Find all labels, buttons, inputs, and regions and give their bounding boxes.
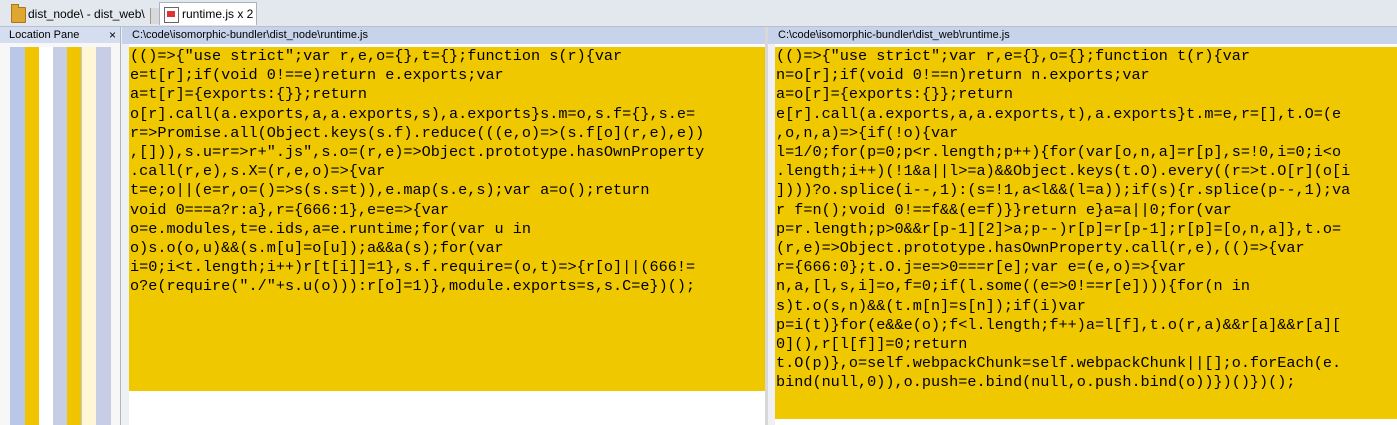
right-code-area[interactable]: (()=>{"use strict";var r,e={},o={};funct… bbox=[775, 47, 1397, 419]
tab-text-compare[interactable]: runtime.js x 2 bbox=[159, 2, 257, 25]
code-line[interactable]: ,o,n,a)=>{if(!o){var bbox=[776, 124, 1397, 143]
right-gutter bbox=[768, 44, 775, 425]
code-line[interactable]: l=1/0;for(p=0;p<r.length;p++){for(var[o,… bbox=[776, 143, 1397, 162]
code-line[interactable]: t=e;o||(e=r,o=()=>s(s.s=t)),e.map(s.e,s)… bbox=[130, 181, 765, 200]
document-tab-bar: dist_node\ - dist_web\ runtime.js x 2 bbox=[0, 0, 1397, 27]
tab-text-compare-label: runtime.js x 2 bbox=[182, 7, 254, 21]
code-line[interactable]: e[r].call(a.exports,a,a.exports,t),a.exp… bbox=[776, 105, 1397, 124]
location-strip-right-shade bbox=[96, 47, 111, 425]
code-line[interactable]: e=t[r];if(void 0!==e)return e.exports;va… bbox=[130, 66, 765, 85]
code-line[interactable]: void 0===a?r:a},r={666:1},e=e=>{var bbox=[130, 201, 765, 220]
close-icon[interactable]: × bbox=[109, 27, 116, 43]
code-line[interactable]: .length;i++)(!1&a||l>=a)&&Object.keys(t.… bbox=[776, 162, 1397, 181]
location-pane-header: Location Pane × bbox=[0, 27, 120, 43]
location-pane-title: Location Pane bbox=[9, 29, 80, 41]
folder-compare-icon bbox=[11, 4, 26, 23]
tab-folder-compare[interactable]: dist_node\ - dist_web\ bbox=[0, 3, 159, 25]
code-line[interactable]: (r,e)=>Object.prototype.hasOwnProperty.c… bbox=[776, 239, 1397, 258]
code-line[interactable]: a=t[r]={exports:{}};return bbox=[130, 85, 765, 104]
code-line[interactable]: o[r].call(a.exports,a,a.exports,s),a.exp… bbox=[130, 105, 765, 124]
code-line[interactable]: o?e(require("./"+s.u(o))):r[o]=1)},modul… bbox=[130, 277, 765, 296]
right-code-lines: (()=>{"use strict";var r,e={},o={};funct… bbox=[775, 47, 1397, 393]
code-line[interactable]: 0](),r[l[f]]=0;return bbox=[776, 335, 1397, 354]
location-strip-right-blank bbox=[82, 47, 96, 425]
location-strip-left-blank bbox=[39, 47, 53, 425]
left-file-path: C:\code\isomorphic-bundler\dist_node\run… bbox=[122, 27, 765, 44]
code-line[interactable]: o=e.modules,t=e.ids,a=e.runtime;for(var … bbox=[130, 220, 765, 239]
left-code-lines: (()=>{"use strict";var r,e,o={},t={};fun… bbox=[129, 47, 765, 297]
code-line[interactable]: bind(null,0)),o.push=e.bind(null,o.push.… bbox=[776, 373, 1397, 392]
code-line[interactable]: ])))?o.splice(i--,1):(s=!1,a<l&&(l=a));i… bbox=[776, 181, 1397, 200]
code-line[interactable]: p=i(t)}for(e&&e(o);f<l.length;f++)a=l[f]… bbox=[776, 316, 1397, 335]
code-line[interactable]: s)t.o(s,n)&&(t.m[n]=s[n]);if(i)var bbox=[776, 297, 1397, 316]
text-compare-icon bbox=[164, 7, 179, 23]
code-line[interactable]: ,[])),s.u=r=>r+".js",s.o=(r,e)=>Object.p… bbox=[130, 143, 765, 162]
code-line[interactable]: n=o[r];if(void 0!==n)return n.exports;va… bbox=[776, 66, 1397, 85]
code-line[interactable]: .call(r,e),s.X=(r,e,o)=>{var bbox=[130, 162, 765, 181]
location-strip-left-shade bbox=[53, 47, 67, 425]
code-line[interactable]: o)s.o(o,u)&&(s.m[u]=o[u]);a&&a(s);for(va… bbox=[130, 239, 765, 258]
compare-separator-icon bbox=[150, 8, 159, 24]
left-gutter bbox=[122, 44, 129, 425]
location-strip-right-diff bbox=[67, 47, 81, 425]
location-strip-left-diff bbox=[25, 47, 39, 425]
code-line[interactable]: t.O(p)},o=self.webpackChunk=self.webpack… bbox=[776, 354, 1397, 373]
code-line[interactable]: a=o[r]={exports:{}};return bbox=[776, 85, 1397, 104]
left-code-area[interactable]: (()=>{"use strict";var r,e,o={},t={};fun… bbox=[129, 47, 765, 391]
location-pane[interactable]: Location Pane × bbox=[0, 27, 121, 425]
code-line[interactable]: r=>Promise.all(Object.keys(s.f).reduce((… bbox=[130, 124, 765, 143]
code-line[interactable]: (()=>{"use strict";var r,e,o={},t={};fun… bbox=[130, 47, 765, 66]
tab-folder-compare-label: dist_node\ - dist_web\ bbox=[28, 7, 145, 21]
code-line[interactable]: r={666:0};t.O.j=e=>0===r[e];var e=(e,o)=… bbox=[776, 258, 1397, 277]
left-file-pane[interactable]: C:\code\isomorphic-bundler\dist_node\run… bbox=[122, 27, 765, 425]
right-file-pane[interactable]: C:\code\isomorphic-bundler\dist_web\runt… bbox=[768, 27, 1397, 425]
right-file-path: C:\code\isomorphic-bundler\dist_web\runt… bbox=[768, 27, 1397, 44]
location-map[interactable] bbox=[10, 47, 111, 425]
code-line[interactable]: (()=>{"use strict";var r,e={},o={};funct… bbox=[776, 47, 1397, 66]
code-line[interactable]: p=r.length;p>0&&r[p-1][2]>a;p--)r[p]=r[p… bbox=[776, 220, 1397, 239]
code-line[interactable]: n,a,[l,s,i]=o,f=0;if(l.some((e=>0!==r[e]… bbox=[776, 277, 1397, 296]
code-line[interactable]: i=0;i<t.length;i++)r[t[i]]=1},s.f.requir… bbox=[130, 258, 765, 277]
code-line[interactable]: r f=n();void 0!==f&&(e=f)}}return e}a=a|… bbox=[776, 201, 1397, 220]
